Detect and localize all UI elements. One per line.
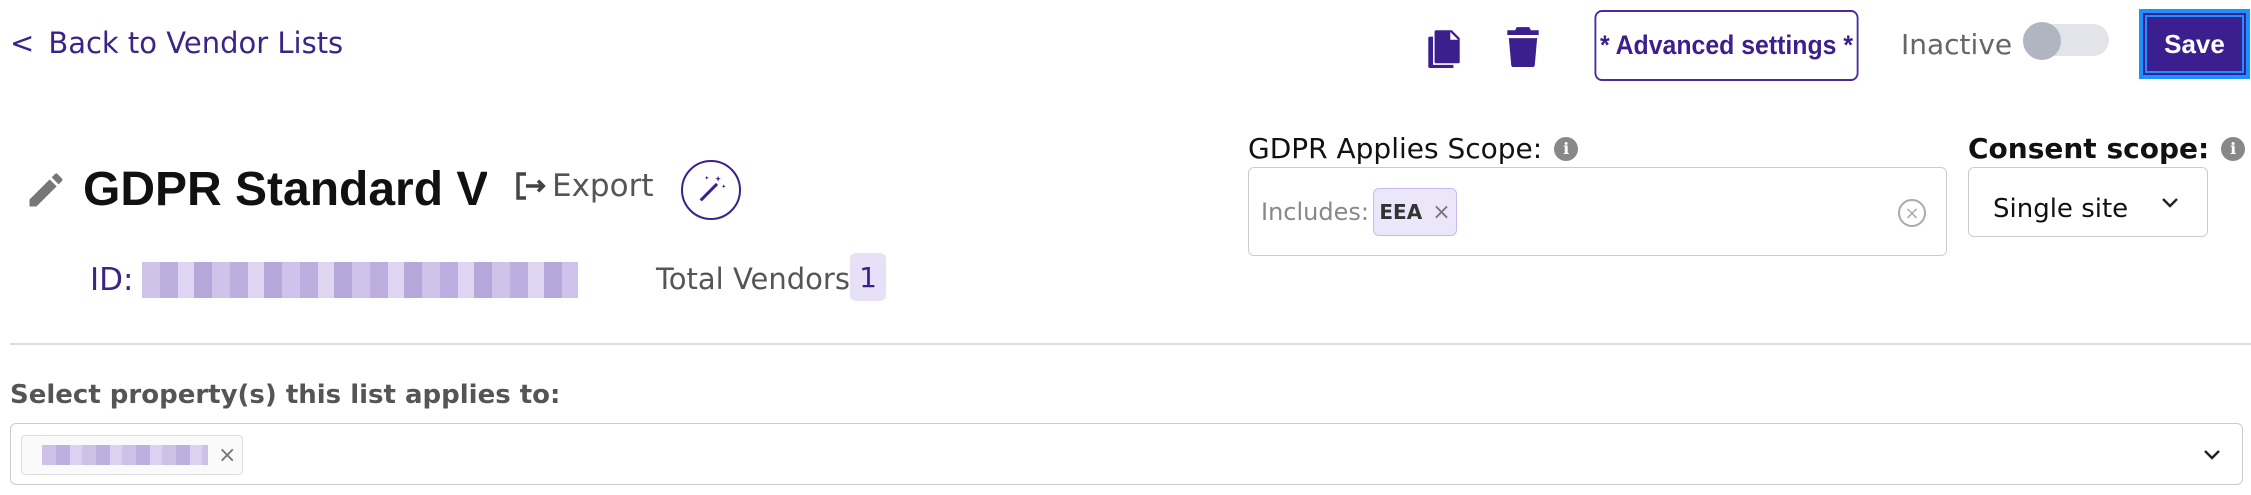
- inactive-label: Inactive: [1901, 28, 2013, 61]
- chevron-down-icon: [2201, 443, 2223, 465]
- properties-label: Select property(s) this list applies to:: [10, 380, 561, 410]
- divider: [10, 343, 2251, 345]
- advanced-settings-button[interactable]: * Advanced settings *: [1594, 10, 1859, 81]
- pencil-icon: [29, 173, 63, 207]
- chevron-left-icon: <: [10, 26, 35, 60]
- scope-tag: EEA ×: [1373, 188, 1457, 236]
- id-label: ID:: [90, 262, 134, 298]
- export-label: Export: [552, 168, 654, 204]
- delete-button[interactable]: [1501, 22, 1545, 70]
- page-title: GDPR Standard Vendor List: [83, 163, 487, 216]
- back-to-vendor-lists-link[interactable]: < Back to Vendor Lists: [10, 26, 343, 60]
- magic-wand-icon: [699, 175, 726, 202]
- property-tag: ×: [21, 435, 243, 475]
- property-tag-value-redacted: [42, 445, 208, 465]
- clear-icon[interactable]: ×: [1898, 199, 1926, 227]
- info-icon[interactable]: i: [1554, 136, 1579, 161]
- gdpr-scope-heading: GDPR Applies Scope: i: [1248, 132, 1579, 165]
- consent-scope-label: Consent scope:: [1968, 132, 2210, 165]
- copy-button[interactable]: [1422, 22, 1466, 70]
- properties-select[interactable]: ×: [10, 423, 2243, 485]
- total-vendors-count-badge: 1: [850, 253, 886, 301]
- info-icon[interactable]: i: [2221, 136, 2246, 161]
- edit-title-button[interactable]: [24, 168, 68, 212]
- export-button[interactable]: Export: [514, 168, 653, 204]
- gdpr-scope-label: GDPR Applies Scope:: [1248, 132, 1543, 165]
- active-toggle[interactable]: [2023, 22, 2109, 60]
- scope-tag-label: EEA: [1379, 200, 1423, 224]
- total-vendors-label: Total Vendors: [656, 262, 850, 296]
- copy-icon: [1428, 30, 1460, 68]
- consent-scope-value: Single site: [1993, 194, 2129, 224]
- magic-wand-button[interactable]: [681, 160, 741, 220]
- save-button[interactable]: Save: [2139, 9, 2250, 79]
- consent-scope-heading: Consent scope: i: [1968, 132, 2246, 165]
- remove-tag-icon[interactable]: ×: [1432, 200, 1450, 225]
- id-value-redacted: [142, 262, 578, 298]
- export-icon: [516, 172, 546, 200]
- includes-label: Includes:: [1261, 198, 1369, 226]
- toggle-knob: [2023, 22, 2061, 60]
- remove-tag-icon[interactable]: ×: [218, 443, 236, 468]
- back-link-label: Back to Vendor Lists: [48, 26, 344, 60]
- chevron-down-icon: [2159, 191, 2181, 213]
- gdpr-scope-select[interactable]: Includes: EEA × ×: [1248, 167, 1947, 256]
- trash-icon: [1507, 27, 1539, 68]
- consent-scope-select[interactable]: Single site: [1968, 167, 2208, 237]
